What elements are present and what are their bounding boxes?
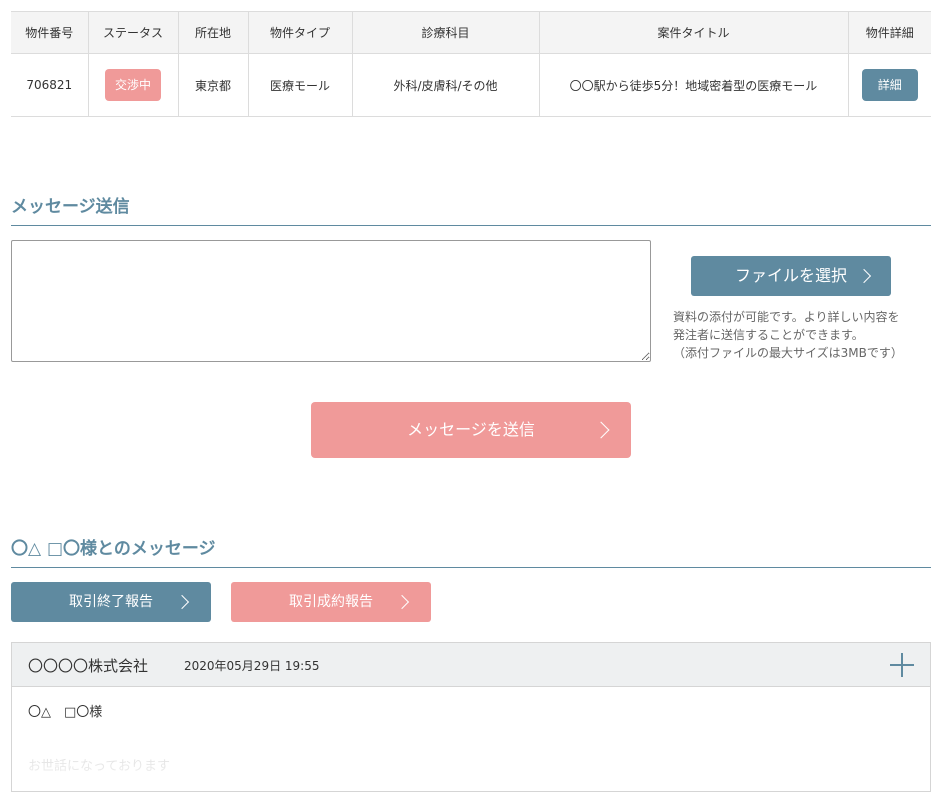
- cell-location: 東京都: [178, 53, 249, 117]
- chevron-right-icon: [856, 268, 872, 284]
- detail-button[interactable]: 詳細: [861, 69, 918, 101]
- file-select-button[interactable]: ファイルを選択: [691, 256, 891, 296]
- file-select-label: ファイルを選択: [734, 266, 847, 285]
- chevron-right-icon: [174, 594, 190, 610]
- message-header[interactable]: 〇〇〇〇株式会社 2020年05月29日 19:55: [12, 643, 930, 687]
- message-company: 〇〇〇〇株式会社: [28, 657, 149, 675]
- message-textarea[interactable]: [11, 240, 651, 362]
- header-status: ステータス: [88, 11, 179, 54]
- cell-status: 交渉中: [88, 53, 179, 117]
- send-message-button[interactable]: メッセージを送信: [311, 402, 631, 458]
- header-departments: 診療科目: [352, 11, 540, 54]
- plus-icon[interactable]: [890, 653, 914, 677]
- table-row: 706821 交渉中 東京都 医療モール 外科/皮膚科/その他 〇〇駅から徒歩5…: [11, 53, 931, 117]
- table-header-row: 物件番号 ステータス 所在地 物件タイプ 診療科目 案件タイトル 物件詳細: [11, 11, 931, 54]
- property-table: 物件番号 ステータス 所在地 物件タイプ 診療科目 案件タイトル 物件詳細 70…: [11, 11, 931, 117]
- message-date: 2020年05月29日 19:55: [184, 659, 320, 673]
- header-location: 所在地: [178, 11, 249, 54]
- deal-report-button[interactable]: 取引成約報告: [231, 582, 431, 622]
- cell-departments: 外科/皮膚科/その他: [352, 53, 540, 117]
- file-note: 資料の添付が可能です。より詳しい内容を 発注者に送信することができます。 （添付…: [673, 308, 913, 362]
- file-note-line: 資料の添付が可能です。より詳しい内容を: [673, 310, 900, 324]
- file-note-line: （添付ファイルの最大サイズは3MBです）: [673, 346, 903, 360]
- send-message-label: メッセージを送信: [407, 420, 535, 439]
- message-body: 〇△ □〇様: [12, 687, 930, 739]
- message-greeting: 〇△ □〇様: [28, 705, 103, 720]
- conversation-heading: 〇△ □〇様とのメッセージ: [11, 534, 931, 568]
- deal-report-label: 取引成約報告: [289, 594, 373, 610]
- message-card: 〇〇〇〇株式会社 2020年05月29日 19:55 〇△ □〇様 お世話になっ…: [11, 642, 931, 792]
- end-report-label: 取引終了報告: [69, 594, 153, 610]
- send-section-heading: メッセージ送信: [11, 192, 931, 226]
- chevron-right-icon: [592, 421, 610, 439]
- cell-detail: 詳細: [848, 53, 931, 117]
- chevron-right-icon: [394, 594, 410, 610]
- cell-number: 706821: [11, 53, 89, 117]
- end-report-button[interactable]: 取引終了報告: [11, 582, 211, 622]
- file-note-line: 発注者に送信することができます。: [673, 328, 864, 342]
- header-type: 物件タイプ: [248, 11, 353, 54]
- status-badge: 交渉中: [105, 69, 161, 101]
- message-faded-text: お世話になっております: [28, 759, 170, 774]
- cell-type: 医療モール: [248, 53, 353, 117]
- cell-title: 〇〇駅から徒歩5分！地域密着型の医療モール: [539, 53, 849, 117]
- header-number: 物件番号: [11, 11, 89, 54]
- header-title: 案件タイトル: [539, 11, 849, 54]
- header-detail: 物件詳細: [848, 11, 931, 54]
